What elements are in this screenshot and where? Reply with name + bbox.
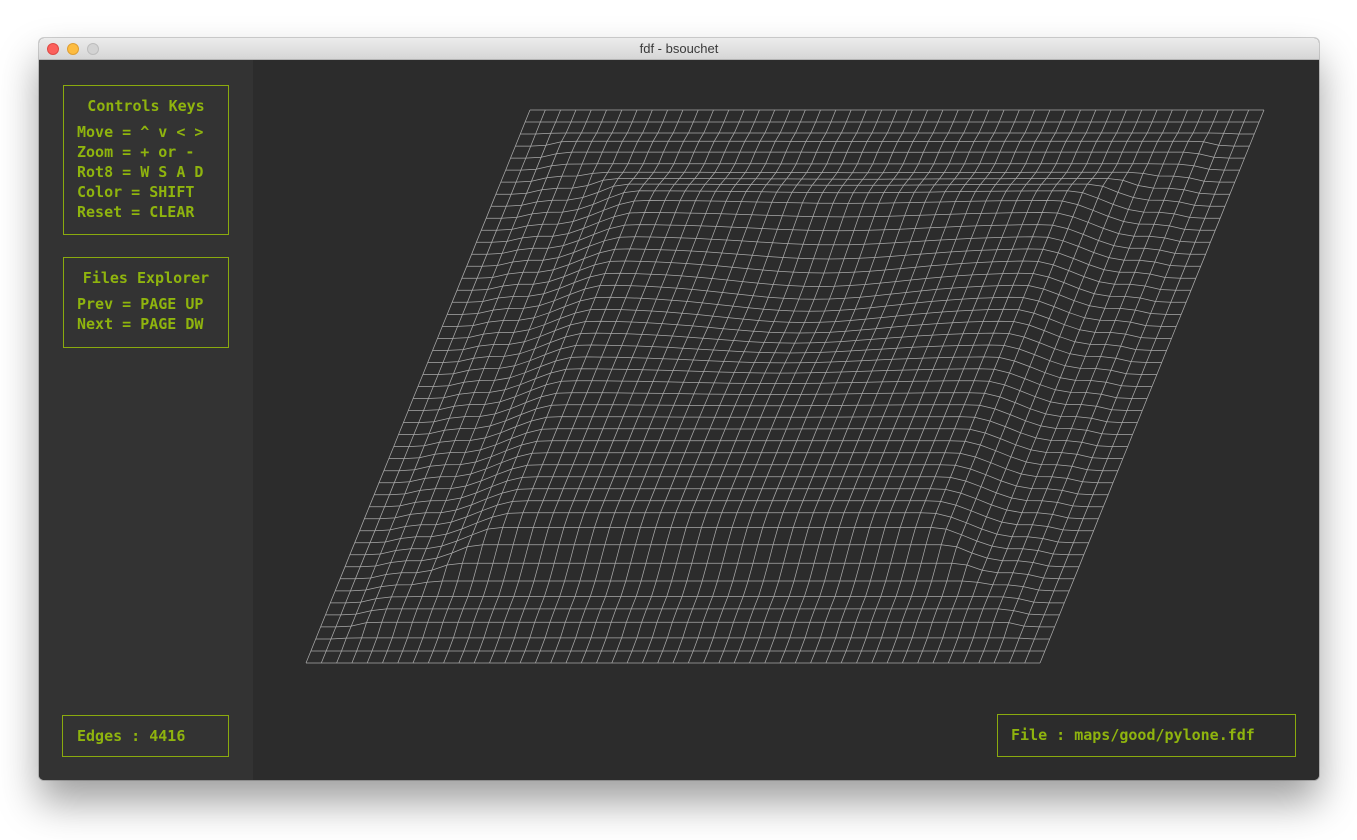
controls-keys-panel: Controls Keys Move = ^ v < > Zoom = + or…	[63, 85, 229, 235]
mesh-column-line	[535, 109, 760, 664]
mesh-column-line	[856, 109, 1081, 664]
mesh-column-line	[336, 109, 561, 664]
current-file-panel: File : maps/good/pylone.fdf	[997, 714, 1296, 757]
mesh-row-line	[495, 178, 1230, 195]
control-reset: Reset = CLEAR	[77, 203, 195, 221]
mesh-column-line	[902, 109, 1127, 664]
mesh-column-line	[489, 109, 714, 664]
mesh-column-line	[779, 109, 1005, 664]
mesh-column-line	[978, 109, 1204, 664]
control-color: Color = SHIFT	[77, 183, 195, 201]
mesh-column-line	[871, 109, 1097, 664]
mesh-column-line	[366, 109, 592, 664]
mesh-row-line	[491, 183, 1225, 207]
mesh-column-line	[473, 109, 699, 664]
mesh-column-line	[703, 109, 928, 664]
mesh-column-line	[886, 109, 1112, 664]
mesh-column-line	[963, 109, 1188, 664]
mesh-column-line	[596, 109, 821, 664]
mesh-column-line	[565, 109, 791, 664]
mesh-column-line	[305, 109, 531, 664]
mesh-column-line	[626, 109, 852, 664]
mesh-column-line	[412, 109, 638, 664]
edges-count-panel: Edges : 4416	[62, 715, 229, 757]
mesh-column-line	[580, 109, 806, 664]
mesh-column-line	[611, 109, 837, 664]
mesh-column-line	[993, 109, 1219, 664]
control-zoom: Zoom = + or -	[77, 143, 195, 161]
wireframe-mesh	[305, 109, 1265, 664]
control-rotate: Rot8 = W S A D	[77, 163, 204, 181]
mesh-column-line	[443, 109, 668, 664]
title-bar[interactable]: fdf - bsouchet	[39, 38, 1319, 60]
mesh-row-line	[335, 580, 1070, 592]
mesh-column-line	[458, 109, 684, 664]
mesh-lines	[305, 109, 1265, 664]
files-explorer-panel: Files Explorer Prev = PAGE UP Next = PAG…	[63, 257, 229, 348]
mesh-column-line	[1039, 109, 1265, 664]
current-file: File : maps/good/pylone.fdf	[1011, 726, 1255, 744]
render-area[interactable]: Controls Keys Move = ^ v < > Zoom = + or…	[39, 60, 1319, 780]
app-window: fdf - bsouchet Controls Keys Move = ^ v …	[39, 38, 1319, 780]
mesh-column-line	[382, 109, 607, 664]
mesh-row-line	[486, 190, 1221, 219]
window-title: fdf - bsouchet	[639, 41, 719, 56]
mesh-column-line	[1024, 109, 1250, 664]
mesh-column-line	[504, 109, 730, 664]
files-prev: Prev = PAGE UP	[77, 295, 204, 313]
mesh-column-line	[320, 109, 546, 664]
mesh-row-line	[349, 527, 1084, 556]
control-move: Move = ^ v < >	[77, 123, 204, 141]
mesh-column-line	[917, 109, 1143, 664]
mesh-column-line	[519, 109, 745, 664]
edges-count: Edges : 4416	[77, 727, 186, 745]
mesh-column-line	[1009, 109, 1234, 664]
files-explorer-heading: Files Explorer	[82, 269, 210, 287]
mesh-row-line	[340, 562, 1075, 580]
controls-keys-heading: Controls Keys	[87, 97, 205, 115]
files-next: Next = PAGE DW	[77, 315, 204, 333]
